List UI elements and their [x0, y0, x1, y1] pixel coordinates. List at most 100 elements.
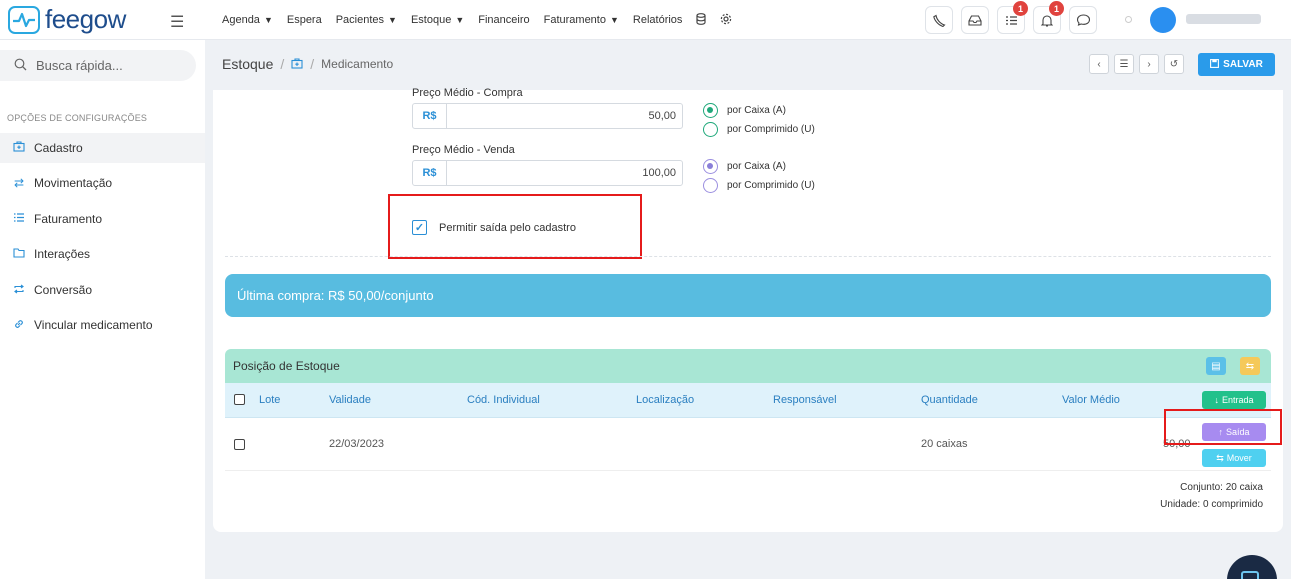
- chat-icon[interactable]: [1069, 6, 1097, 34]
- tasks-icon[interactable]: 1: [997, 1, 1028, 34]
- sidebar-item-faturamento[interactable]: Faturamento: [0, 204, 205, 234]
- preco-venda-value: 100,00: [642, 167, 676, 179]
- sidebar-item-vincular-medicamento[interactable]: Vincular medicamento: [0, 310, 205, 340]
- select-all-checkbox[interactable]: [234, 394, 245, 405]
- sidebar-item-conversao[interactable]: Conversão: [0, 275, 205, 305]
- preco-compra-value: 50,00: [648, 110, 676, 122]
- prev-record-button[interactable]: ‹: [1089, 54, 1109, 74]
- currency-prefix: R$: [413, 104, 447, 128]
- sidebar-item-interacoes[interactable]: Interações: [0, 239, 205, 269]
- compra-radio-caixa[interactable]: por Caixa (A): [703, 103, 786, 118]
- last-purchase-alert: Última compra: R$ 50,00/conjunto: [225, 274, 1271, 317]
- divider: [225, 256, 1271, 257]
- mover-button[interactable]: ⇆ Mover: [1202, 449, 1266, 467]
- nav-item-agenda[interactable]: Agenda ▼: [222, 14, 273, 26]
- nav-item-espera[interactable]: Espera: [287, 14, 322, 26]
- preco-compra-field[interactable]: R$ 50,00: [412, 103, 683, 129]
- radio-selected-icon: [703, 103, 718, 118]
- chevron-down-icon: ▼: [455, 15, 465, 25]
- breadcrumb-root[interactable]: Estoque: [222, 56, 273, 72]
- col-lote: Lote: [259, 394, 281, 406]
- main-nav: Agenda ▼ Espera Pacientes ▼ Estoque ▼ Finan…: [222, 0, 732, 40]
- table-row[interactable]: 22/03/2023 20 caixas 50,00 ↑ Saída ⇆ Mov…: [225, 418, 1271, 471]
- currency-prefix: R$: [413, 161, 447, 185]
- cell-validade: 22/03/2023: [329, 438, 385, 450]
- repeat-icon: [13, 283, 25, 297]
- next-record-button[interactable]: ›: [1139, 54, 1159, 74]
- row-checkbox[interactable]: [234, 439, 245, 450]
- breadcrumb: Estoque / / Medicamento: [222, 56, 393, 72]
- logo[interactable]: feegow: [8, 4, 126, 35]
- bell-icon[interactable]: 1: [1033, 1, 1064, 34]
- arrow-down-icon: ↓: [1214, 395, 1219, 405]
- sidebar-item-cadastro[interactable]: Cadastro: [0, 133, 205, 163]
- nav-item-pacientes[interactable]: Pacientes ▼: [336, 14, 397, 26]
- view-list-button[interactable]: ▤: [1206, 357, 1226, 375]
- menu-toggle-icon[interactable]: ☰: [170, 12, 184, 32]
- breadcrumb-separator: /: [280, 56, 285, 72]
- folder-icon: [13, 247, 25, 261]
- phone-icon[interactable]: [925, 6, 953, 34]
- transfer-button[interactable]: ⇆: [1240, 357, 1260, 375]
- main-card: Preço Médio - Compra R$ 50,00 por Caixa …: [213, 87, 1283, 532]
- nav-item-financeiro[interactable]: Financeiro: [478, 14, 529, 26]
- repeat-icon: ⇆: [1216, 452, 1224, 463]
- preco-venda-label: Preço Médio - Venda: [412, 144, 515, 156]
- nav-item-faturamento[interactable]: Faturamento ▼: [544, 14, 619, 26]
- help-chat-button[interactable]: [1227, 555, 1277, 579]
- inbox-icon[interactable]: [961, 6, 989, 34]
- sidebar: Busca rápida... OPÇÕES DE CONFIGURAÇÕES …: [0, 40, 205, 579]
- radio-selected-icon: [703, 159, 718, 174]
- nav-item-relatorios[interactable]: Relatórios: [633, 14, 683, 26]
- highlight-box: [1164, 409, 1282, 445]
- logo-pulse-icon: [8, 5, 40, 34]
- list-icon: ☰: [1119, 58, 1129, 70]
- link-icon: [13, 318, 25, 333]
- history-icon: ↺: [1169, 58, 1179, 70]
- search-icon: [14, 58, 27, 74]
- venda-radio-caixa[interactable]: por Caixa (A): [703, 159, 786, 174]
- username-redacted[interactable]: [1186, 14, 1261, 24]
- radio-unselected-icon: [703, 122, 718, 137]
- search-placeholder: Busca rápida...: [36, 58, 123, 73]
- checkmark-icon: ✓: [412, 220, 427, 235]
- col-valor-medio: Valor Médio: [1062, 394, 1120, 406]
- nav-item-estoque[interactable]: Estoque ▼: [411, 14, 464, 26]
- list-icon: [13, 212, 25, 226]
- gear-icon[interactable]: [720, 13, 732, 28]
- breadcrumb-separator: /: [310, 56, 315, 72]
- preco-venda-field[interactable]: R$ 100,00: [412, 160, 683, 186]
- col-responsavel: Responsável: [773, 394, 837, 406]
- compra-radio-comprimido[interactable]: por Comprimido (U): [703, 122, 815, 137]
- stock-panel-header: Posição de Estoque ▤ ⇆: [225, 349, 1271, 383]
- top-bar: feegow ☰ Agenda ▼ Espera Pacientes ▼ Estoq…: [0, 0, 1291, 40]
- logo-text: feegow: [45, 4, 126, 34]
- page-header: Estoque / / Medicamento ‹ ☰ › ↺ SALVAR: [205, 40, 1291, 90]
- medkit-icon: [13, 141, 25, 155]
- col-localizacao: Localização: [636, 394, 695, 406]
- summary-unidade: Unidade: 0 comprimido: [1160, 499, 1263, 510]
- save-button[interactable]: SALVAR: [1198, 53, 1275, 76]
- notifications-badge: 1: [1049, 1, 1064, 16]
- cell-quantidade: 20 caixas: [921, 438, 968, 450]
- col-cod-individual: Cód. Individual: [467, 394, 540, 406]
- entrada-button[interactable]: ↓ Entrada: [1202, 391, 1266, 409]
- permitir-saida-checkbox[interactable]: ✓ Permitir saída pelo cadastro: [412, 220, 576, 235]
- history-button[interactable]: ↺: [1164, 54, 1184, 74]
- col-validade: Validade: [329, 394, 371, 406]
- avatar[interactable]: [1150, 7, 1176, 33]
- record-list-button[interactable]: ☰: [1114, 54, 1134, 74]
- save-icon: [1210, 58, 1220, 71]
- chevron-down-icon: ▼: [263, 15, 273, 25]
- venda-radio-comprimido[interactable]: por Comprimido (U): [703, 178, 815, 193]
- sidebar-section-title: OPÇÕES DE CONFIGURAÇÕES: [7, 113, 148, 123]
- chevron-down-icon: ▼: [609, 15, 619, 25]
- preco-compra-label: Preço Médio - Compra: [412, 87, 523, 99]
- record-nav-buttons: ‹ ☰ › ↺: [1089, 54, 1184, 74]
- database-icon[interactable]: [696, 12, 707, 28]
- search-input[interactable]: Busca rápida...: [0, 50, 196, 81]
- chevron-left-icon: ‹: [1097, 58, 1101, 70]
- sidebar-item-movimentacao[interactable]: ⇄ Movimentação: [0, 168, 205, 198]
- arrows-swap-icon: ⇄: [13, 176, 25, 190]
- top-icons: 1 1: [925, 1, 1097, 34]
